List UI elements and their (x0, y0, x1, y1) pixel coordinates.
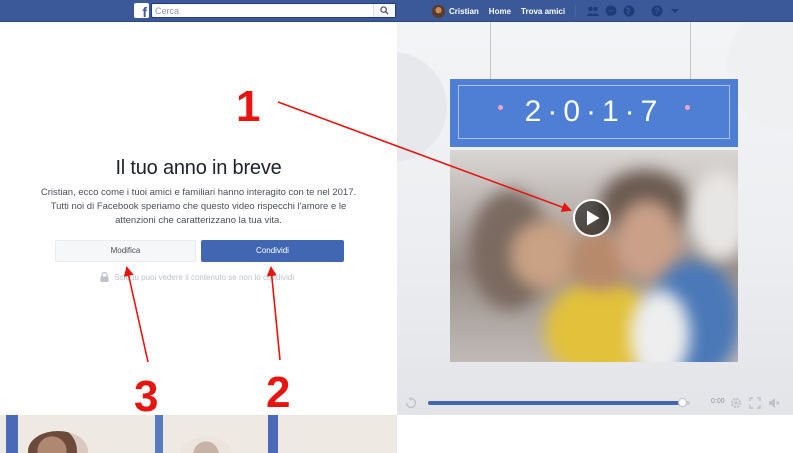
background-decoration (397, 52, 447, 162)
friend-requests-icon[interactable] (586, 4, 600, 18)
messenger-icon[interactable] (604, 4, 618, 18)
account-menu-chevron-down-icon[interactable] (668, 4, 682, 18)
progress-bar[interactable] (428, 398, 690, 407)
profile-avatar[interactable] (432, 4, 445, 18)
photo-thumbnail (28, 431, 88, 453)
nav-profile-link[interactable]: Cristian (449, 7, 479, 16)
nav-find-friends-link[interactable]: Trova amici (521, 7, 565, 16)
privacy-note-text: Solo tu puoi vedere il contenuto se non … (114, 272, 295, 282)
edit-button[interactable]: Modifica (55, 240, 196, 262)
fullscreen-icon[interactable] (749, 397, 761, 409)
video-controls: 0:00 (397, 392, 793, 415)
year-banner-frame: 2·0·1·7 (458, 85, 730, 139)
photo-strip-band (6, 415, 18, 453)
photo-strip-band (268, 415, 278, 453)
video-player[interactable]: 2·0·1·7 0:00 (397, 22, 793, 415)
help-icon[interactable]: ? (650, 4, 664, 18)
progress-fill (428, 401, 683, 405)
settings-gear-icon[interactable] (730, 397, 742, 409)
description-text: Cristian, ecco come i tuoi amici e famil… (40, 187, 357, 226)
page-title: Il tuo anno in breve (115, 157, 282, 179)
nav-home-link[interactable]: Home (489, 7, 511, 16)
nav-divider (575, 5, 577, 17)
search-input[interactable] (152, 4, 372, 17)
banner-dot (498, 105, 503, 110)
photo-strip-band (155, 415, 163, 453)
nav-right: Cristian Home Trova amici ? (432, 0, 686, 22)
play-icon (587, 210, 600, 226)
progress-handle[interactable] (677, 398, 687, 407)
banner-wire (490, 22, 491, 80)
photo-thumbnail (180, 437, 232, 453)
play-button[interactable] (573, 199, 611, 237)
search-icon (380, 6, 389, 15)
video-thumbnail[interactable] (450, 150, 738, 362)
lock-icon (100, 272, 109, 282)
year-banner: 2·0·1·7 (450, 79, 738, 147)
banner-wire (690, 22, 691, 80)
svg-text:?: ? (654, 6, 660, 16)
volume-icon[interactable] (768, 397, 780, 409)
notifications-globe-icon[interactable] (622, 4, 636, 18)
photo-preview-strip (0, 415, 397, 453)
top-navigation-bar: f Cristian Home Trova amici (0, 0, 793, 22)
facebook-logo-icon[interactable]: f (134, 3, 149, 19)
replay-icon[interactable] (405, 397, 417, 409)
search-button[interactable] (373, 4, 395, 17)
share-button[interactable]: Condividi (201, 240, 344, 262)
year-text: 2·0·1·7 (524, 95, 664, 128)
year-in-review-panel: Il tuo anno in breve Cristian, ecco come… (0, 22, 397, 415)
time-label: 0:00 (711, 398, 725, 405)
facebook-year-in-review-page: f Cristian Home Trova amici (0, 0, 793, 453)
search-box (151, 3, 396, 18)
banner-dot (685, 105, 690, 110)
privacy-note: Solo tu puoi vedere il contenuto se non … (100, 271, 294, 283)
